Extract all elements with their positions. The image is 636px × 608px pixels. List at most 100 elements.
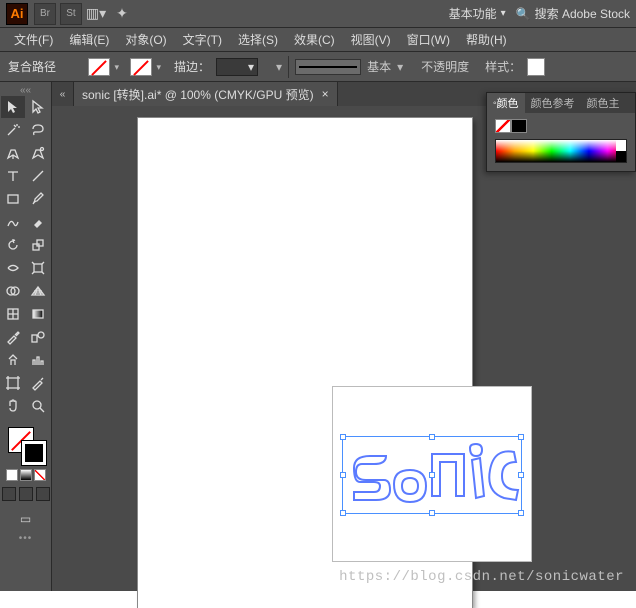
panel-grip-icon[interactable]: «« — [19, 86, 33, 94]
menu-bar: 文件(F) 编辑(E) 对象(O) 文字(T) 选择(S) 效果(C) 视图(V… — [0, 28, 636, 52]
handle-center[interactable] — [429, 472, 435, 478]
menu-view[interactable]: 视图(V) — [343, 28, 399, 51]
menu-help[interactable]: 帮助(H) — [458, 28, 515, 51]
handle-br[interactable] — [518, 510, 524, 516]
menu-file[interactable]: 文件(F) — [6, 28, 61, 51]
arrange-documents-icon[interactable]: ▥▾ — [86, 4, 106, 24]
stroke-swatch[interactable]: ▾ — [130, 58, 152, 76]
color-spectrum[interactable] — [495, 139, 627, 163]
watermark-text: https://blog.csdn.net/sonicwater — [339, 569, 624, 585]
draw-inside[interactable] — [36, 487, 50, 501]
handle-ml[interactable] — [340, 472, 346, 478]
artboard-tool[interactable] — [1, 372, 25, 394]
document-title: sonic [转换].ai* @ 100% (CMYK/GPU 预览) — [82, 86, 314, 103]
variable-width-profile[interactable]: ▾ — [276, 60, 282, 74]
eyedropper-tool[interactable] — [1, 326, 25, 348]
selection-bounding-box[interactable] — [342, 436, 522, 514]
draw-normal[interactable] — [2, 487, 16, 501]
handle-bl[interactable] — [340, 510, 346, 516]
chevron-down-icon: ▾ — [397, 60, 403, 74]
stroke-weight-field[interactable]: ▾ — [216, 58, 258, 76]
width-tool[interactable] — [1, 257, 25, 279]
workspace-label: 基本功能 — [449, 5, 497, 22]
menu-window[interactable]: 窗口(W) — [399, 28, 458, 51]
workspace-switcher[interactable]: 基本功能 ▾ — [449, 5, 506, 22]
graphic-style-swatch[interactable] — [527, 58, 545, 76]
close-icon[interactable]: × — [322, 87, 329, 101]
shape-builder-tool[interactable] — [1, 280, 25, 302]
color-panel[interactable]: 颜色 颜色参考 颜色主 — [486, 92, 636, 172]
menu-select[interactable]: 选择(S) — [230, 28, 286, 51]
draw-behind[interactable] — [19, 487, 33, 501]
rotate-tool[interactable] — [1, 234, 25, 256]
blend-tool[interactable] — [26, 326, 50, 348]
shaper-tool[interactable] — [1, 211, 25, 233]
pen-tool[interactable] — [1, 142, 25, 164]
search-icon: 🔍 — [516, 7, 531, 21]
app-logo-ai: Ai — [6, 3, 28, 25]
tab-color-guide[interactable]: 颜色参考 — [525, 93, 581, 113]
chevron-down-icon: ▾ — [501, 8, 506, 19]
panel-fill-swatch[interactable] — [495, 119, 511, 133]
menu-edit[interactable]: 编辑(E) — [61, 28, 117, 51]
document-tab[interactable]: sonic [转换].ai* @ 100% (CMYK/GPU 预览) × — [74, 82, 338, 106]
curvature-tool[interactable] — [26, 142, 50, 164]
handle-tl[interactable] — [340, 434, 346, 440]
stroke-label: 描边： — [174, 58, 210, 75]
zoom-tool[interactable] — [26, 395, 50, 417]
gpu-performance-icon[interactable]: ✦ — [112, 4, 132, 24]
tool-panel: «« — [0, 82, 52, 591]
slice-tool[interactable] — [26, 372, 50, 394]
color-mode-gradient[interactable] — [20, 469, 32, 481]
tab-color[interactable]: 颜色 — [487, 93, 525, 113]
draw-mode-row — [2, 487, 50, 501]
color-mode-solid[interactable] — [6, 469, 18, 481]
spectrum-bw-strip[interactable] — [616, 140, 626, 162]
panel-stroke-swatch[interactable] — [511, 119, 527, 133]
canvas[interactable] — [52, 106, 636, 591]
symbol-sprayer-tool[interactable] — [1, 349, 25, 371]
app-switch-br[interactable]: Br — [34, 3, 56, 25]
magic-wand-tool[interactable] — [1, 119, 25, 141]
menu-effect[interactable]: 效果(C) — [286, 28, 343, 51]
perspective-grid-tool[interactable] — [26, 280, 50, 302]
free-transform-tool[interactable] — [26, 257, 50, 279]
brush-definition[interactable] — [295, 59, 361, 75]
app-switch-st[interactable]: St — [60, 3, 82, 25]
brand-bar: Ai Br St ▥▾ ✦ 基本功能 ▾ 🔍 搜索 Adobe Stock — [0, 0, 636, 28]
tab-color-themes[interactable]: 颜色主 — [581, 93, 626, 113]
stroke-proxy[interactable] — [22, 441, 46, 465]
type-tool[interactable] — [1, 165, 25, 187]
search-placeholder: 搜索 Adobe Stock — [535, 5, 630, 22]
path-type-label: 复合路径 — [8, 58, 56, 75]
handle-tm[interactable] — [429, 434, 435, 440]
collapse-panels-icon[interactable]: « — [52, 82, 74, 106]
screen-mode-button[interactable]: ▭ — [15, 509, 37, 529]
menu-type[interactable]: 文字(T) — [175, 28, 230, 51]
direct-selection-tool[interactable] — [26, 96, 50, 118]
scale-tool[interactable] — [26, 234, 50, 256]
edit-toolbar-icon[interactable]: ••• — [19, 533, 33, 544]
handle-mr[interactable] — [518, 472, 524, 478]
menu-object[interactable]: 对象(O) — [117, 28, 174, 51]
eraser-tool[interactable] — [26, 211, 50, 233]
line-segment-tool[interactable] — [26, 165, 50, 187]
fill-swatch[interactable]: ▾ — [88, 58, 110, 76]
chevron-down-icon: ▾ — [114, 62, 119, 73]
chevron-down-icon: ▾ — [156, 62, 161, 73]
paintbrush-tool[interactable] — [26, 188, 50, 210]
selection-tool[interactable] — [1, 96, 25, 118]
handle-bm[interactable] — [429, 510, 435, 516]
opacity-label[interactable]: 不透明度 — [421, 58, 469, 75]
lasso-tool[interactable] — [26, 119, 50, 141]
color-mode-none[interactable] — [34, 469, 46, 481]
column-graph-tool[interactable] — [26, 349, 50, 371]
hand-tool[interactable] — [1, 395, 25, 417]
stock-search[interactable]: 🔍 搜索 Adobe Stock — [516, 5, 630, 22]
rectangle-tool[interactable] — [1, 188, 25, 210]
mesh-tool[interactable] — [1, 303, 25, 325]
color-panel-tabs: 颜色 颜色参考 颜色主 — [487, 93, 635, 113]
fill-stroke-proxy[interactable] — [6, 425, 46, 465]
gradient-tool[interactable] — [26, 303, 50, 325]
handle-tr[interactable] — [518, 434, 524, 440]
